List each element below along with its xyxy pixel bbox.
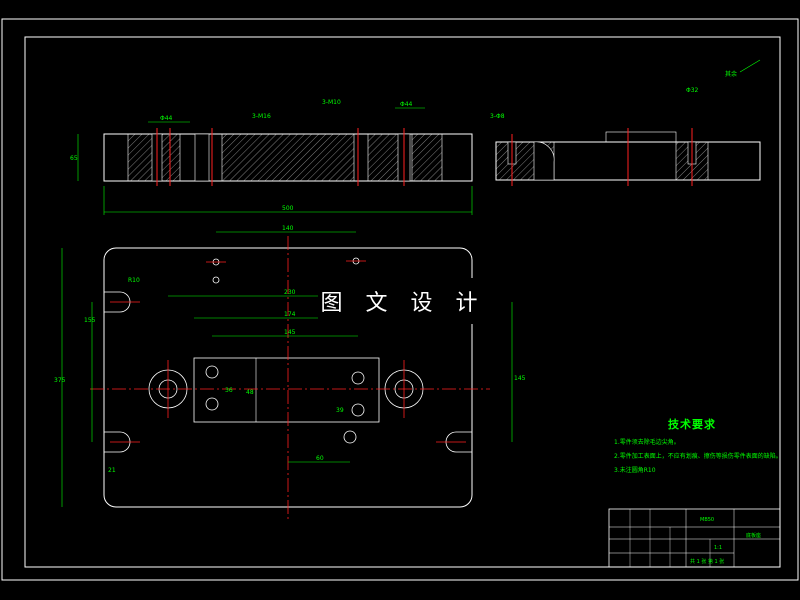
section-view-main: 500 65 Φ44 3-M16 3-M10 Φ44 — [70, 99, 473, 215]
tech-note-2: 2.零件加工表面上，不应有划痕、擦伤等损伤零件表面的缺陷。 — [614, 453, 782, 460]
dim-inner-b: 145 — [284, 329, 296, 336]
dim-small-b: 21 — [108, 467, 116, 474]
dim-overall: 500 — [282, 205, 294, 212]
dim-small-a: 36 — [225, 387, 233, 394]
dim-radius: R10 — [128, 277, 140, 284]
dim-bolt-d1: Φ44 — [160, 115, 173, 122]
title-part-name: MB50 — [700, 517, 715, 523]
dim-thread-b: 3-M10 — [322, 99, 341, 106]
dim-sec2-b: Φ32 — [686, 87, 699, 94]
dim-height-left: 155 — [84, 317, 96, 324]
watermark: 图 文 设 计 — [318, 278, 488, 324]
dim-section-height: 65 — [70, 155, 78, 162]
dim-small-d: 60 — [316, 455, 324, 462]
dim-sec2-a: 3-Φ8 — [490, 113, 505, 120]
plan-view: 140 230 174 145 375 155 145 48 36 21 39 … — [54, 225, 526, 520]
roughness-other: 其余 — [725, 70, 737, 78]
title-sheet: 共 1 张 第 1 张 — [690, 559, 725, 565]
dim-bolt-d2: Φ44 — [400, 101, 413, 108]
tech-note-3: 3.未注圆角R10 — [614, 467, 656, 474]
dim-height-total: 375 — [54, 377, 66, 384]
dim-plate-width: 140 — [282, 225, 294, 232]
dim-height-ref: 48 — [246, 389, 254, 396]
dim-thread-a: 3-M16 — [252, 113, 271, 120]
title-scale: 1:1 — [714, 545, 723, 551]
title-drawing-label: 底板座 — [746, 533, 762, 539]
dim-hole-pitch: 230 — [284, 289, 296, 296]
dim-small-c: 39 — [336, 407, 344, 414]
section-view-side: 3-Φ8 Φ32 其余 — [490, 59, 761, 186]
tech-note-1: 1.零件须去除毛边尖角。 — [614, 439, 680, 446]
dim-inner-a: 174 — [284, 311, 296, 318]
tech-notes-title: 技术要求 — [668, 418, 716, 431]
dim-height-right: 145 — [514, 375, 526, 382]
